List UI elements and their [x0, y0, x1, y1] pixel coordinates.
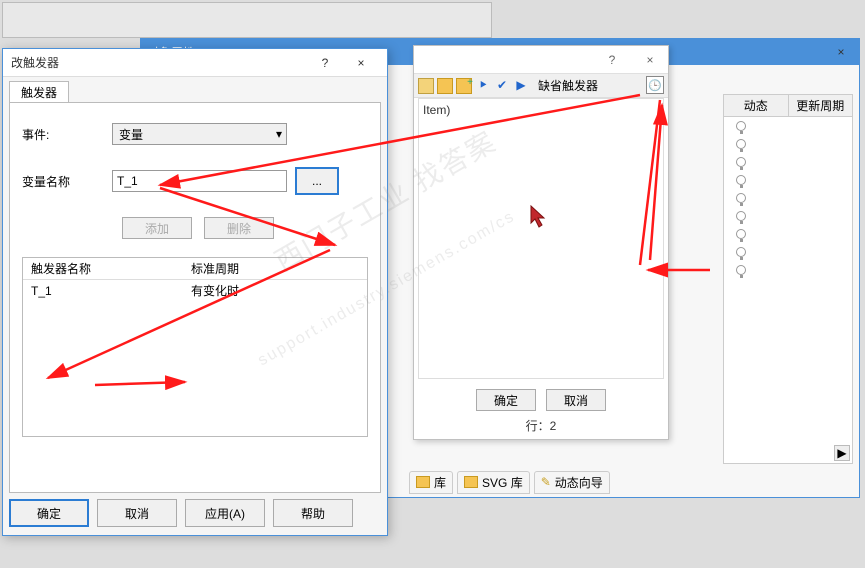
cancel-button[interactable]: 取消 — [97, 499, 177, 527]
clock-trigger-button[interactable]: 🕒 — [646, 76, 664, 94]
scroll-right-icon[interactable]: ▶ — [834, 445, 850, 461]
close-icon[interactable]: × — [636, 49, 664, 71]
bulb-icon — [736, 175, 746, 185]
content-text: Item) — [423, 103, 450, 117]
open-icon[interactable] — [437, 78, 453, 94]
bulb-icon — [736, 193, 746, 203]
bulb-list — [724, 117, 852, 279]
bulb-icon — [736, 121, 746, 131]
tab-label: 动态向导 — [555, 474, 603, 491]
col-standard-cycle[interactable]: 标准周期 — [183, 258, 247, 279]
close-icon[interactable]: × — [343, 52, 379, 74]
mouse-cursor-icon — [530, 205, 550, 229]
help-icon[interactable]: ? — [307, 52, 343, 74]
tab-trigger[interactable]: 触发器 — [9, 81, 69, 103]
list-item[interactable] — [724, 261, 852, 279]
action-toolbar: + ⯈ ✔ ▶ 缺省触发器 — [414, 74, 668, 98]
action-footer: 确定 取消 — [414, 385, 668, 415]
varname-label: 变量名称 — [22, 173, 112, 190]
dynamic-list-header: 动态 更新周期 — [724, 95, 852, 117]
dialog-title: 改触发器 — [11, 54, 307, 71]
list-item[interactable] — [724, 171, 852, 189]
bulb-icon — [736, 229, 746, 239]
list-item[interactable] — [724, 243, 852, 261]
table-row[interactable]: T_1 有变化时 — [23, 280, 367, 302]
run-icon[interactable]: ▶ — [513, 78, 529, 94]
tab-label: SVG 库 — [482, 474, 523, 491]
tab-svg-library[interactable]: SVG 库 — [457, 471, 530, 494]
action-list-titlebar[interactable]: ? × — [414, 46, 668, 74]
help-button[interactable]: 帮助 — [273, 499, 353, 527]
trigger-form: 事件: 变量 ▾ 变量名称 ... 添加 删除 触发器名称 标准周期 T_1 有… — [9, 102, 381, 493]
list-item[interactable] — [724, 117, 852, 135]
list-item[interactable] — [724, 207, 852, 225]
browse-button[interactable]: ... — [295, 167, 339, 195]
ok-button[interactable]: 确定 — [476, 389, 536, 411]
event-label: 事件: — [22, 126, 112, 143]
col-update-cycle[interactable]: 更新周期 — [789, 95, 853, 116]
clock-icon: 🕒 — [648, 79, 662, 92]
tab-dynamic-wizard[interactable]: ✎ 动态向导 — [534, 471, 610, 494]
status-bar: 行：2 — [414, 417, 668, 437]
delete-button[interactable]: 删除 — [204, 217, 274, 239]
tab-library[interactable]: 库 — [409, 471, 453, 494]
apply-button[interactable]: 应用(A) — [185, 499, 265, 527]
cell-trigger-name: T_1 — [23, 280, 183, 302]
list-item[interactable] — [724, 135, 852, 153]
help-icon[interactable]: ? — [598, 49, 626, 71]
trigger-table: 触发器名称 标准周期 T_1 有变化时 — [22, 257, 368, 437]
default-trigger-label: 缺省触发器 — [538, 77, 598, 94]
list-item[interactable] — [724, 153, 852, 171]
list-item[interactable] — [724, 189, 852, 207]
new-icon[interactable]: + — [456, 78, 472, 94]
dynamic-list-panel: 动态 更新周期 ▶ — [723, 94, 853, 464]
bulb-icon — [736, 265, 746, 275]
varname-input[interactable] — [112, 170, 287, 192]
list-item[interactable] — [724, 225, 852, 243]
bulb-icon — [736, 247, 746, 257]
compile-icon[interactable]: ⯈ — [475, 78, 491, 94]
cancel-button[interactable]: 取消 — [546, 389, 606, 411]
add-button[interactable]: 添加 — [122, 217, 192, 239]
folder-icon — [416, 476, 430, 488]
event-value: 变量 — [119, 126, 143, 143]
bulb-icon — [736, 157, 746, 167]
col-trigger-name[interactable]: 触发器名称 — [23, 258, 183, 279]
action-content[interactable]: Item) — [418, 98, 664, 379]
folder-icon — [464, 476, 478, 488]
validate-icon[interactable]: ✔ — [494, 78, 510, 94]
bulb-icon — [736, 211, 746, 221]
col-dynamic[interactable]: 动态 — [724, 95, 789, 116]
cell-standard-cycle: 有变化时 — [183, 280, 247, 302]
bottom-tab-strip: 库 SVG 库 ✎ 动态向导 — [409, 471, 610, 493]
edit-trigger-titlebar[interactable]: 改触发器 ? × — [3, 49, 387, 77]
close-icon[interactable]: × — [831, 42, 851, 62]
chevron-down-icon: ▾ — [276, 127, 282, 141]
event-combo[interactable]: 变量 ▾ — [112, 123, 287, 145]
ok-button[interactable]: 确定 — [9, 499, 89, 527]
tab-label: 库 — [434, 474, 446, 491]
varname-row: 变量名称 ... — [22, 167, 368, 195]
action-list-dialog: ? × + ⯈ ✔ ▶ 缺省触发器 🕒 Item) 确定 取消 行：2 — [413, 45, 669, 440]
dialog-footer: 确定 取消 应用(A) 帮助 — [9, 499, 381, 529]
edit-trigger-dialog: 改触发器 ? × 触发器 事件: 变量 ▾ 变量名称 ... 添加 删除 触发器… — [2, 48, 388, 536]
wand-icon: ✎ — [541, 475, 551, 489]
bulb-icon — [736, 139, 746, 149]
add-delete-row: 添加 删除 — [122, 217, 368, 239]
cut-icon[interactable] — [418, 78, 434, 94]
trigger-table-header: 触发器名称 标准周期 — [23, 258, 367, 280]
event-row: 事件: 变量 ▾ — [22, 123, 368, 145]
